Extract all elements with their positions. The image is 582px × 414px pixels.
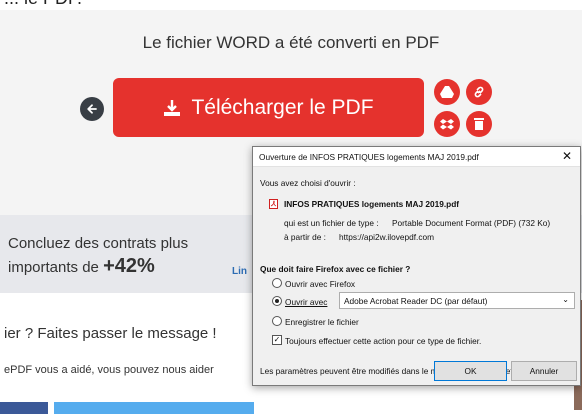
twitter-share-button[interactable] — [54, 402, 254, 414]
save-to-dropbox-button[interactable] — [434, 111, 460, 137]
promo-highlight: +42% — [103, 255, 155, 277]
close-icon[interactable]: ✕ — [562, 149, 572, 163]
ok-button[interactable]: OK — [434, 361, 507, 381]
top-text-fragment: ... le PDF. — [0, 0, 582, 10]
radio-open-with[interactable] — [272, 296, 282, 306]
open-file-dialog: Ouverture de INFOS PRATIQUES logements M… — [252, 146, 581, 386]
application-select[interactable]: Adobe Acrobat Reader DC (par défaut) ⌄ — [339, 292, 575, 309]
radio-save-file[interactable] — [272, 316, 282, 326]
google-drive-icon — [440, 86, 454, 98]
promo-line-2-prefix: importants de — [8, 259, 99, 276]
dialog-chose-label: Vous avez choisi d'ouvrir : — [260, 178, 356, 188]
promo-link[interactable]: Lin — [232, 266, 247, 277]
dialog-question: Que doit faire Firefox avec ce fichier ? — [260, 264, 411, 274]
back-button[interactable] — [80, 97, 104, 121]
download-pdf-button[interactable]: Télécharger le PDF — [113, 78, 424, 137]
pdf-file-icon — [269, 199, 278, 209]
promo-line-1: Concluez des contrats plus — [8, 235, 189, 252]
dialog-type-label: qui est un fichier de type : — [284, 218, 379, 228]
save-to-drive-button[interactable] — [434, 79, 460, 105]
share-heading: ier ? Faites passer le message ! — [4, 325, 217, 342]
always-checkbox-label[interactable]: Toujours effectuer cette action pour ce … — [285, 336, 481, 346]
dialog-titlebar: Ouverture de INFOS PRATIQUES logements M… — [253, 147, 580, 167]
trash-icon — [474, 118, 484, 130]
delete-file-button[interactable] — [466, 111, 492, 137]
radio-open-firefox-label[interactable]: Ouvrir avec Firefox — [285, 279, 355, 289]
dialog-filename: INFOS PRATIQUES logements MAJ 2019.pdf — [284, 199, 460, 209]
link-icon — [474, 86, 484, 98]
promo-line-2: importants de +42% — [8, 255, 155, 278]
dialog-from-label: à partir de : — [284, 232, 326, 242]
cancel-button[interactable]: Annuler — [511, 361, 577, 381]
copy-link-button[interactable] — [466, 79, 492, 105]
chevron-down-icon: ⌄ — [562, 295, 569, 304]
facebook-share-button[interactable] — [0, 402, 48, 414]
radio-save-file-label[interactable]: Enregistrer le fichier — [285, 317, 359, 327]
always-checkbox[interactable]: ✓ — [272, 335, 282, 345]
dropbox-icon — [440, 119, 454, 130]
download-pdf-label: Télécharger le PDF — [191, 95, 374, 119]
radio-open-with-label[interactable]: Ouvrir avec — [285, 297, 327, 307]
download-icon — [164, 99, 181, 116]
arrow-left-icon — [87, 104, 97, 114]
page-title: Le fichier WORD a été converti en PDF — [142, 33, 440, 52]
dialog-title: Ouverture de INFOS PRATIQUES logements M… — [259, 152, 479, 162]
application-select-value: Adobe Acrobat Reader DC (par défaut) — [344, 296, 488, 306]
dialog-from-value: https://api2w.ilovepdf.com — [339, 232, 435, 242]
radio-open-firefox[interactable] — [272, 278, 282, 288]
dialog-type-value: Portable Document Format (PDF) (732 Ko) — [392, 218, 551, 228]
share-text: ePDF vous a aidé, vous pouvez nous aider — [4, 364, 214, 376]
